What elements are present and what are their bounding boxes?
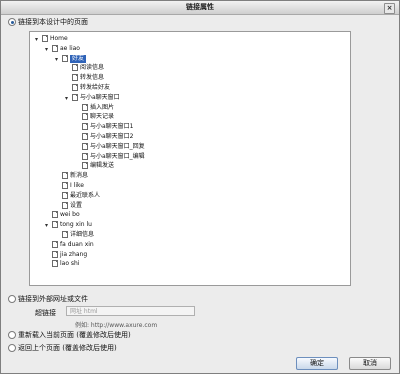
page-icon: [82, 113, 88, 121]
page-icon: [52, 211, 58, 219]
page-icon: [52, 250, 58, 258]
dialog-title: 链接属性: [186, 3, 214, 11]
expand-toggle-icon[interactable]: ▾: [55, 56, 58, 63]
page-icon: [72, 84, 78, 91]
expand-toggle-icon[interactable]: ▾: [45, 222, 48, 229]
close-button[interactable]: ×: [384, 3, 395, 14]
page-icon: [52, 260, 58, 268]
page-icon: [42, 35, 48, 42]
tree-node-label: 聊天记录: [90, 113, 115, 121]
tree-node-label: 设置: [70, 201, 83, 209]
page-icon: [62, 231, 68, 238]
cancel-button[interactable]: 取消: [349, 357, 391, 370]
radio-link-external[interactable]: [8, 295, 16, 303]
option-back-label: 返回上个页面 (覆盖修改后使用): [18, 344, 117, 352]
page-tree[interactable]: ▾ Home ▾ ae liao ▾ 好友 阅读信息 转发信息 转发给好友 ▾ 与小a聊天窗口 插入图…: [29, 31, 351, 286]
option-link-to-page-label: 链接到本设计中的页面: [18, 18, 88, 26]
tree-node-label: 转发信息: [80, 74, 105, 82]
page-icon: [82, 152, 88, 160]
tree-node-label: 与小a聊天窗口1: [90, 123, 134, 131]
page-icon: [82, 133, 88, 140]
tree-node-label: 转发给好友: [80, 84, 111, 91]
option-reload-label: 重新载入当前页面 (覆盖修改后使用): [18, 331, 131, 339]
tree-node-label: 好友: [70, 54, 87, 63]
hyperlink-field-label: 超链接: [35, 309, 56, 317]
tree-node-label: 插入图片: [90, 103, 115, 111]
radio-link-to-page[interactable]: [8, 18, 16, 26]
tree-node-label: ae liao: [60, 44, 80, 52]
tree-node-label: 与小a聊天窗口2: [90, 133, 134, 140]
option-link-external-label: 链接到外部网址或文件: [18, 295, 88, 303]
tree-node-label: Home: [50, 35, 68, 42]
tree-node-label: 编辑发送: [90, 162, 115, 170]
tree-node-label: 新消息: [70, 172, 89, 180]
page-icon: [62, 191, 68, 199]
tree-node-label: 与小a聊天窗口_回复: [90, 142, 145, 150]
page-icon: [62, 172, 68, 180]
page-icon: [62, 182, 68, 189]
page-icon: [82, 142, 88, 150]
hyperlink-input[interactable]: 网址 html: [66, 306, 195, 316]
hyperlink-example: 例如: http://www.axure.com: [75, 322, 158, 329]
tree-node-label: lao shi: [60, 260, 80, 268]
tree-node-label: 与小a聊天窗口: [80, 93, 120, 101]
page-icon: [52, 240, 58, 248]
page-icon: [52, 44, 58, 52]
page-icon: [52, 221, 58, 229]
tree-node-label: 最近联系人: [70, 191, 101, 199]
page-icon: [72, 93, 78, 101]
radio-back-page[interactable]: [8, 344, 16, 352]
tree-node-label: 详细信息: [70, 231, 95, 238]
page-icon: [62, 54, 68, 62]
page-icon: [72, 64, 78, 72]
tree-node-label: fa duan xin: [60, 240, 94, 248]
expand-toggle-icon[interactable]: ▾: [35, 36, 38, 43]
radio-reload-page[interactable]: [8, 331, 16, 339]
tree-node-label: wei bo: [60, 211, 80, 219]
tree-node-label: I like: [70, 182, 84, 189]
expand-toggle-icon[interactable]: ▾: [65, 95, 68, 102]
tree-node-label: tong xin lu: [60, 221, 92, 229]
expand-toggle-icon[interactable]: ▾: [45, 46, 48, 53]
dialog-title-bar: 链接属性 ×: [1, 1, 399, 15]
page-icon: [82, 123, 88, 131]
link-properties-dialog: 链接属性 × 链接到本设计中的页面 ▾ Home ▾ ae liao ▾ 好友 阅读信息 转发…: [0, 0, 400, 374]
page-icon: [82, 162, 88, 170]
tree-node-label: 阅读信息: [80, 64, 105, 72]
ok-button[interactable]: 确定: [296, 357, 338, 370]
page-icon: [82, 103, 88, 111]
page-icon: [72, 74, 78, 82]
page-icon: [62, 201, 68, 209]
tree-node-label: jia zhang: [60, 250, 88, 258]
tree-node-label: 与小a聊天窗口_编辑: [90, 152, 145, 160]
